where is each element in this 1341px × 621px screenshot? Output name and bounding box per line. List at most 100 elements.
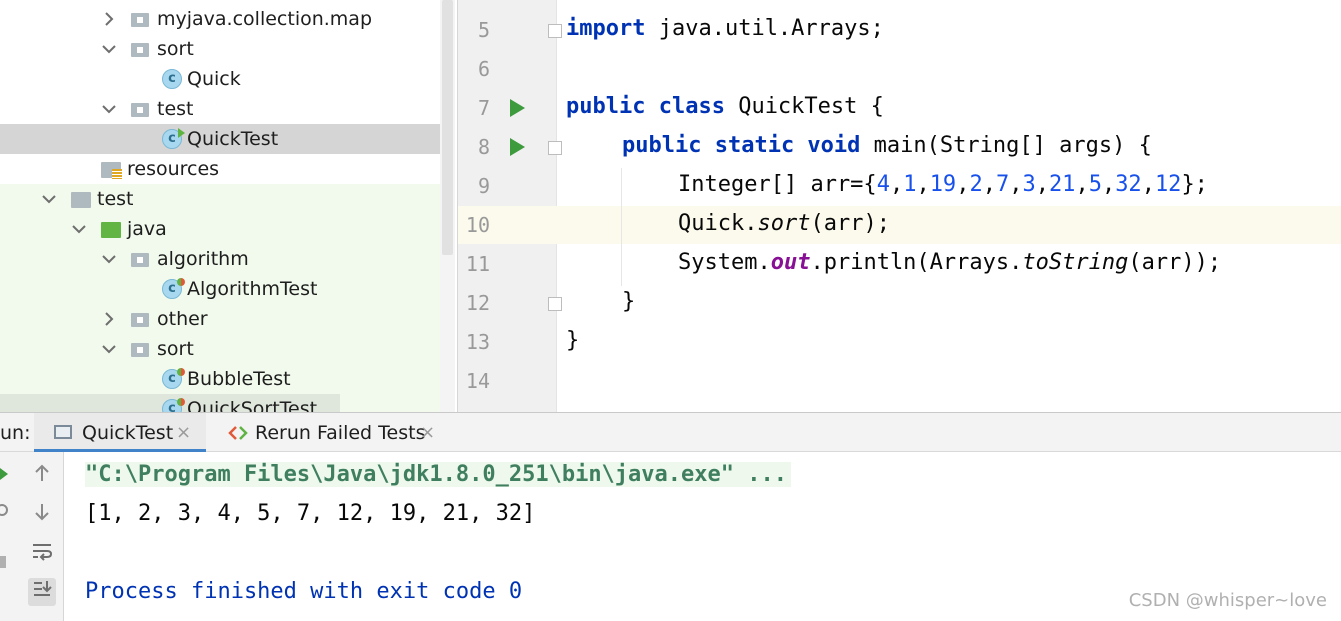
code-text: (arr); bbox=[810, 211, 890, 236]
test-class-icon: c bbox=[162, 128, 185, 149]
run-toolbar: un: QuickTest × Rerun Failed Tests × bbox=[0, 412, 1341, 452]
chevron-down-icon[interactable] bbox=[101, 339, 116, 359]
tree-item-quicksorttest[interactable]: c QuickSortTest bbox=[0, 394, 340, 412]
method-call: sort bbox=[757, 211, 811, 236]
code-line-10: Quick.sort(arr); bbox=[678, 211, 890, 236]
test-class-icon: c bbox=[162, 398, 185, 412]
tree-item-label: QuickTest bbox=[187, 128, 279, 150]
chevron-right-icon[interactable] bbox=[102, 309, 116, 329]
tree-item-label: java bbox=[127, 218, 167, 240]
restart-icon[interactable] bbox=[0, 504, 8, 516]
console-output-line: [1, 2, 3, 4, 5, 7, 12, 19, 21, 32] bbox=[85, 501, 536, 526]
test-source-folder-icon bbox=[101, 222, 121, 238]
chevron-down-icon[interactable] bbox=[71, 219, 86, 239]
tree-item-other[interactable]: other bbox=[0, 304, 455, 334]
run-main-icon[interactable] bbox=[510, 138, 525, 156]
keyword: import bbox=[566, 16, 646, 41]
run-class-icon[interactable] bbox=[510, 99, 525, 117]
chevron-down-icon[interactable] bbox=[41, 189, 56, 209]
line-number: 14 bbox=[465, 369, 490, 393]
line-number: 9 bbox=[477, 174, 490, 198]
tree-item-java[interactable]: java bbox=[0, 214, 455, 244]
tree-item-label: Quick bbox=[187, 68, 241, 90]
tree-item-algorithmtest[interactable]: c AlgorithmTest bbox=[0, 274, 455, 304]
number-literal: 32 bbox=[1115, 172, 1142, 197]
close-icon[interactable]: × bbox=[420, 422, 435, 443]
tab-label: Rerun Failed Tests bbox=[255, 422, 426, 444]
package-icon bbox=[131, 313, 149, 327]
code-text: QuickTest { bbox=[724, 94, 884, 119]
number-literal: 2 bbox=[969, 172, 983, 197]
package-icon bbox=[131, 343, 149, 357]
package-icon bbox=[131, 13, 149, 27]
tree-item-algorithm[interactable]: algorithm bbox=[0, 244, 455, 274]
run-label: un: bbox=[0, 422, 31, 444]
rerun-failed-icon bbox=[228, 424, 248, 446]
number-literal: 7 bbox=[995, 172, 1010, 197]
tree-item-label: test bbox=[97, 188, 134, 210]
line-number: 12 bbox=[465, 291, 490, 315]
tree-item-myjava-collection-map[interactable]: myjava.collection.map bbox=[0, 4, 455, 34]
scroll-up-icon[interactable] bbox=[28, 462, 56, 490]
tree-item-label: test bbox=[157, 98, 194, 120]
code-text: Quick. bbox=[678, 211, 758, 236]
tree-item-quicktest[interactable]: c QuickTest bbox=[0, 124, 455, 154]
chevron-right-icon[interactable] bbox=[102, 9, 116, 29]
tab-label: QuickTest bbox=[82, 422, 174, 444]
static-field: out bbox=[770, 250, 811, 275]
method-call: toString bbox=[1022, 250, 1129, 275]
tree-item-sort[interactable]: sort bbox=[0, 34, 455, 64]
console-command-line: "C:\Program Files\Java\jdk1.8.0_251\bin\… bbox=[85, 462, 791, 487]
stop-icon[interactable] bbox=[0, 556, 6, 568]
line-number: 6 bbox=[477, 57, 490, 81]
tree-item-sort-test[interactable]: sort bbox=[0, 334, 455, 364]
soft-wrap-icon[interactable] bbox=[28, 540, 56, 568]
line-number: 11 bbox=[465, 252, 490, 276]
fold-marker-icon[interactable] bbox=[548, 141, 562, 155]
number-literal: 1 bbox=[903, 172, 917, 197]
scroll-to-end-icon[interactable] bbox=[28, 578, 56, 606]
chevron-down-icon[interactable] bbox=[101, 39, 116, 59]
keyword: public static void bbox=[622, 133, 861, 158]
code-line-7: public class QuickTest { bbox=[566, 94, 884, 119]
tab-rerun-failed-tests[interactable]: Rerun Failed Tests × bbox=[216, 413, 446, 452]
code-line-8: public static void main(String[] args) { bbox=[622, 133, 1152, 158]
chevron-down-icon[interactable] bbox=[101, 249, 116, 269]
tree-item-test-folder[interactable]: test bbox=[0, 184, 455, 214]
close-icon[interactable]: × bbox=[176, 422, 191, 443]
tree-item-label: sort bbox=[157, 38, 194, 60]
tab-quicktest[interactable]: QuickTest × bbox=[34, 413, 206, 452]
code-text: System. bbox=[678, 250, 771, 275]
fold-marker-icon[interactable] bbox=[548, 24, 562, 38]
settings-icon[interactable] bbox=[0, 594, 8, 608]
tree-item-quick[interactable]: c Quick bbox=[0, 64, 455, 94]
tree-item-resources[interactable]: resources bbox=[0, 154, 455, 184]
code-line-11: System.out.println(Arrays.toString(arr))… bbox=[678, 250, 1221, 275]
code-line-9: Integer[] arr={4,1,19,2,7,3,21,5,32,12}; bbox=[678, 172, 1208, 197]
project-tree: myjava.collection.map sort c Quick test … bbox=[0, 0, 455, 412]
tree-item-test-package[interactable]: test bbox=[0, 94, 455, 124]
tree-scrollbar-thumb[interactable] bbox=[442, 0, 453, 255]
code-line-5: import java.util.Arrays; bbox=[566, 16, 884, 41]
code-text: }; bbox=[1181, 172, 1208, 197]
test-class-icon: c bbox=[162, 278, 185, 299]
package-icon bbox=[131, 43, 149, 57]
rerun-icon[interactable] bbox=[0, 468, 8, 480]
tree-item-label: QuickSortTest bbox=[187, 398, 318, 412]
number-literal: 5 bbox=[1088, 172, 1102, 197]
code-text: java.util.Arrays; bbox=[645, 16, 884, 41]
package-icon bbox=[131, 103, 149, 117]
tree-item-bubbletest[interactable]: c BubbleTest bbox=[0, 364, 455, 394]
code-text: Integer[] arr={ bbox=[678, 172, 877, 197]
number-literal: 19 bbox=[929, 172, 957, 197]
class-icon: c bbox=[162, 69, 182, 89]
fold-marker-icon[interactable] bbox=[548, 297, 562, 311]
chevron-down-icon[interactable] bbox=[101, 99, 116, 119]
number-literal: 4 bbox=[876, 172, 890, 197]
scroll-down-icon[interactable] bbox=[28, 501, 56, 529]
indent-guide bbox=[621, 168, 622, 286]
tree-item-label: resources bbox=[127, 158, 220, 180]
console-icon bbox=[54, 425, 72, 439]
line-number: 7 bbox=[477, 96, 490, 120]
tree-item-label: myjava.collection.map bbox=[157, 8, 373, 30]
